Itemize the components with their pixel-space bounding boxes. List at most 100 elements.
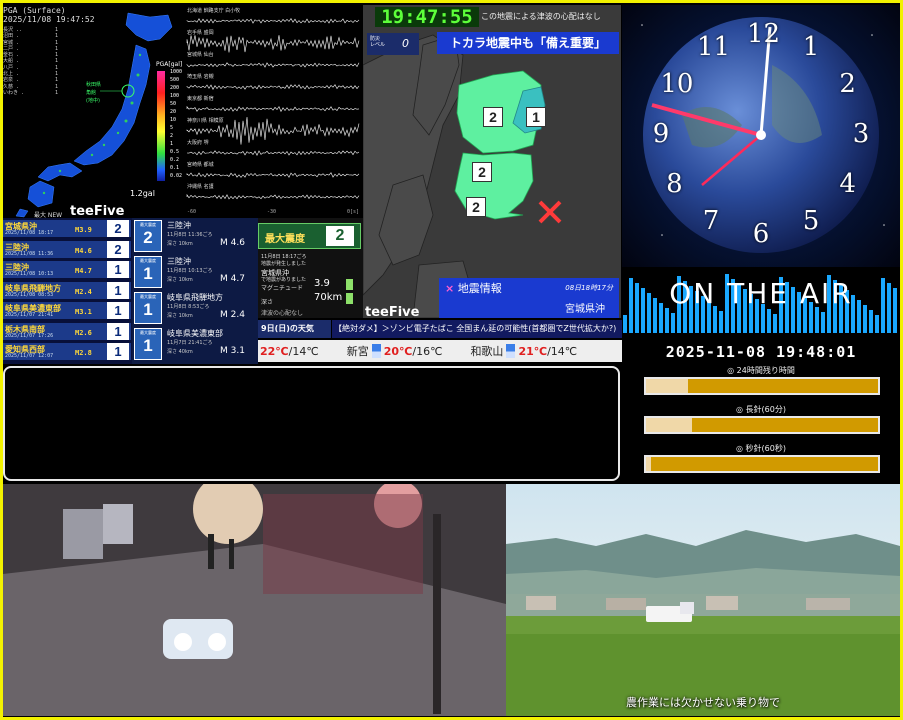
- timer-bar-fill: [646, 379, 688, 393]
- weather-item: 和歌山 21℃/14℃: [470, 343, 577, 359]
- pga-scale-tick: 0.2: [170, 157, 179, 163]
- max-intensity-box: 最大震度 2: [258, 223, 361, 249]
- pga-scale-tick: 0.5: [170, 149, 179, 155]
- weather-low: 14℃: [551, 345, 577, 358]
- epicenter-icon: [540, 202, 560, 222]
- max-intensity-value: 2: [326, 226, 354, 246]
- waveform-trace: [187, 107, 359, 112]
- quake-shindo: 1: [107, 343, 129, 360]
- quake-card-depth: 深さ 10km: [167, 276, 193, 283]
- headline-banner: トカラ地震中も「備え重要」: [437, 32, 619, 54]
- quake-card-time: 11月8日 10:13ごろ: [167, 267, 213, 274]
- quake-shindo: 1: [107, 282, 129, 299]
- pga-scale-tick: 20: [170, 109, 176, 115]
- quake-cards-panel: 最大震度 2 三陸沖 11月8日 11:36ごろ 深さ 10km M 4.6 最大震度 1 三陸…: [132, 218, 258, 364]
- waveform-station-label: 神奈川県 相模原: [187, 117, 224, 124]
- weather-item: 新宮 20℃/16℃: [347, 343, 443, 359]
- intensity-label: 1: [526, 107, 546, 127]
- map-header-title: PGA (Surface): [3, 6, 95, 15]
- clock-number: 7: [697, 206, 725, 236]
- quake-time: 11月8日 18:17ごろ: [261, 253, 307, 260]
- regional-map-panel: 19:47:55 この地震による津波の心配はなし 防災 レベル 0 トカラ地震中も…: [363, 5, 621, 318]
- timer-bar-fill: [646, 418, 692, 432]
- quake-card-shindo: 1: [143, 264, 152, 283]
- pga-scale-title: PGA[gal]: [156, 61, 182, 68]
- magnitude-label: マグニチュード: [261, 283, 303, 292]
- pga-color-scale: [157, 71, 165, 181]
- quake-datetime: 2025/11/07 12:07: [5, 353, 53, 359]
- quake-card-shindo: 1: [143, 336, 152, 355]
- quake-list-row: 三陸沖 2025/11/08 11:36 M4.6 2: [3, 241, 131, 258]
- quake-card-shindo-box: 最大震度 2: [134, 220, 162, 252]
- pga-scale-tick: 10: [170, 117, 176, 123]
- map-header-time: 2025/11/08 19:47:52: [3, 15, 95, 24]
- info-title: 地震情報: [458, 282, 502, 295]
- waveform-station-label: 埼玉県 岩槻: [187, 73, 214, 80]
- quake-magnitude: M2.8: [75, 349, 92, 357]
- quake-card: 最大震度 1 岐阜県美濃東部 11月7日 21:41ごろ 深さ 40km M 3.1: [134, 328, 254, 362]
- text-box-panel: [3, 366, 620, 481]
- weather-item: 22℃/14℃: [260, 345, 319, 358]
- new-label: 最大 NEW: [34, 210, 62, 218]
- waveform-station-label: 岩手県 盛岡: [187, 29, 214, 36]
- quake-shindo: 1: [107, 302, 129, 319]
- quake-card-time: 11月8日 8:53ごろ: [167, 303, 209, 310]
- equalizer-bar: [875, 315, 879, 333]
- digital-clock: 19:47:55: [375, 7, 479, 27]
- quake-card-shindo: 2: [143, 228, 152, 247]
- weather-icon: [506, 344, 515, 358]
- weather-row: 22℃/14℃ 新宮 20℃/16℃ 和歌山 21℃/14℃: [258, 340, 622, 362]
- quake-card-shindo-box: 最大震度 1: [134, 328, 162, 360]
- weather-high: 20℃: [384, 345, 413, 358]
- quake-list-row: 三陸沖 2025/11/08 10:13 M4.7 1: [3, 261, 131, 278]
- waveform-panel: 北海道 釧路支庁 白小牧 岩手県 盛岡 宮城県 仙台 埼玉県 岩槻 東京都 新宿 神奈川県…: [183, 5, 363, 218]
- quake-card-depth: 深さ 10km: [167, 312, 193, 319]
- timer-bar: [644, 416, 880, 434]
- quake-datetime: 2025/11/08 10:13: [5, 271, 53, 277]
- pga-scale-tick: 1000: [170, 69, 182, 75]
- quake-datetime: 2025/11/08 08:53: [5, 292, 53, 298]
- clock-number: 8: [660, 169, 688, 199]
- equalizer-bar: [773, 314, 777, 333]
- waveform-station-label: 大阪府 堺: [187, 139, 209, 146]
- equalizer-bar: [665, 308, 669, 333]
- clock-number: 3: [847, 119, 875, 149]
- magnitude-bar: [346, 279, 353, 290]
- station-name: いわき .: [3, 90, 24, 96]
- quake-magnitude: M2.6: [75, 329, 92, 337]
- quake-datetime: 2025/11/08 18:17: [5, 230, 53, 236]
- quake-datetime: 2025/11/07 17:26: [5, 333, 53, 339]
- quake-info-box: × 地震情報 08日18時17分 宮城県沖: [439, 278, 619, 318]
- analog-clock-panel: 12 1 2 3 4 5 6 7 8 9 10 11: [622, 5, 900, 267]
- quake-list-row: 愛知県西部 2025/11/07 12:07 M2.8 1: [3, 343, 131, 360]
- clock-number: 5: [797, 206, 825, 236]
- station-list: 長沢 .. 1 沼田 . 1 宮城 . 1 二戸 . 1 釜石 . 1 大船 . 1 八戸 . 1 北上 .…: [3, 27, 58, 96]
- quake-shindo: 2: [107, 220, 129, 237]
- timer-label: ◎ 24時間残り時間: [622, 365, 900, 376]
- quake-card-depth: 深さ 10km: [167, 240, 193, 247]
- depth-label: 深さ: [261, 297, 273, 306]
- pga-scale-tick: 1: [170, 141, 173, 147]
- quake-list-row: 岐阜県美濃東部 2025/11/07 21:41 M3.1 1: [3, 302, 131, 319]
- news-weather-ticker: 9日(日)の天気 【絶対ダメ】＞ゾンビ電子たばこ 全国まん延の可能性(首都圏でZ…: [258, 318, 622, 364]
- quake-magnitude: M3.9: [75, 226, 92, 234]
- weather-city: 和歌山: [470, 343, 503, 359]
- weather-low: 14℃: [292, 345, 318, 358]
- timer-bar: [644, 377, 880, 395]
- quake-card-magnitude: M 3.1: [220, 346, 245, 356]
- gal-value: 1.2gal: [130, 189, 155, 198]
- waveform-station-label: 宮城県 仙台: [187, 51, 214, 58]
- countryside-scene: [506, 484, 900, 716]
- quake-card: 最大震度 2 三陸沖 11月8日 11:36ごろ 深さ 10km M 4.6: [134, 220, 254, 254]
- equalizer-bar: [767, 309, 771, 333]
- waveform-trace: [187, 63, 359, 67]
- quake-card-name: 岐阜県美濃東部: [167, 328, 223, 339]
- waveform-station-label: 東京都 新宿: [187, 95, 214, 102]
- quake-shindo: 1: [107, 261, 129, 278]
- clock-number: 9: [647, 119, 675, 149]
- quake-card-name: 三陸沖: [167, 220, 191, 231]
- quake-magnitude: M4.7: [75, 267, 92, 275]
- waveform-trace: [187, 35, 359, 52]
- pga-scale-tick: 200: [170, 85, 179, 91]
- quake-magnitude: M3.1: [75, 308, 92, 316]
